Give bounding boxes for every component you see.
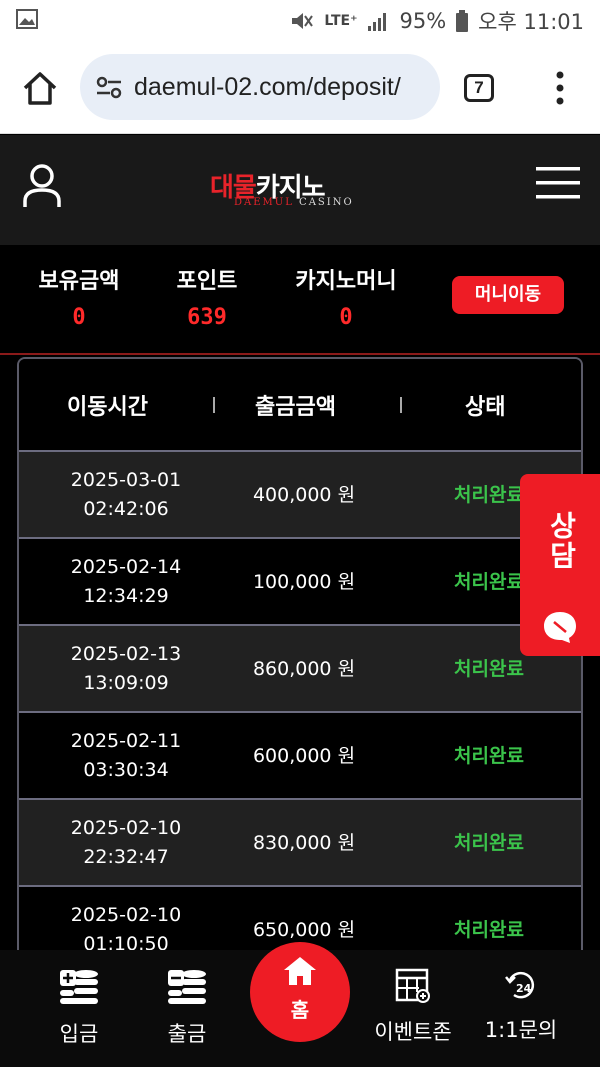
consult-label: 상담 <box>545 511 578 571</box>
row-datetime: 2025-02-10 22:32:47 <box>70 817 182 868</box>
network-label: LTE⁺ <box>324 13 358 29</box>
nav-events[interactable]: 이벤트존 <box>358 968 468 1046</box>
row-datetime: 2025-02-14 12:34:29 <box>70 556 182 607</box>
nav-home[interactable]: 홈 <box>250 942 350 1042</box>
row-status: 처리완료 <box>454 658 524 680</box>
live-consult-button[interactable]: 상담 <box>520 474 600 656</box>
hamburger-menu-icon[interactable] <box>536 167 580 199</box>
site-settings-icon[interactable] <box>94 72 124 102</box>
table-header: 이동시간 출금금액 상태 <box>19 359 581 452</box>
mute-icon <box>292 13 314 29</box>
row-amount: 600,000 원 <box>252 745 356 767</box>
nav-deposit-label: 입금 <box>59 1022 99 1046</box>
table-row: 2025-02-11 03:30:34 600,000 원 처리완료 <box>19 713 581 800</box>
money-transfer-button[interactable]: 머니이동 <box>452 276 564 314</box>
nav-home-label: 홈 <box>290 998 310 1022</box>
column-header-time: 이동시간 <box>67 395 148 420</box>
row-datetime: 2025-03-01 02:42:06 <box>70 469 182 520</box>
table-row: 2025-02-13 13:09:09 860,000 원 처리완료 <box>19 626 581 713</box>
balance-holdings: 보유금액 0 <box>38 269 120 330</box>
status-right: LTE⁺ 95% 오후 11:01 <box>290 6 584 36</box>
row-status: 처리완료 <box>454 745 524 767</box>
chat-bubble-icon <box>544 612 576 643</box>
svg-text:24: 24 <box>516 982 532 995</box>
header-separator <box>213 397 215 413</box>
header-separator <box>400 397 402 413</box>
column-header-amount: 출금금액 <box>255 395 336 420</box>
nav-inquiry-label: 1:1문의 <box>484 1018 558 1042</box>
row-amount: 830,000 원 <box>252 832 356 854</box>
table-row: 2025-02-14 12:34:29 100,000 원 처리완료 <box>19 539 581 626</box>
row-amount: 100,000 원 <box>252 571 356 593</box>
balance-casino-money: 카지노머니 0 <box>295 269 397 330</box>
row-datetime: 2025-02-11 03:30:34 <box>70 730 182 781</box>
row-status: 처리완료 <box>454 919 524 941</box>
nav-withdraw[interactable]: 출금 <box>132 968 242 1048</box>
gallery-notification-icon <box>16 9 38 29</box>
address-bar[interactable]: daemul-02.com/deposit/ <box>80 54 440 120</box>
clock: 오후 11:01 <box>478 10 584 34</box>
url-text[interactable]: daemul-02.com/deposit/ <box>134 73 401 102</box>
site-logo[interactable]: 대물카지노 DAEMUL CASINO <box>208 163 398 213</box>
battery-icon <box>456 10 469 32</box>
home-icon <box>284 957 316 985</box>
event-calendar-icon <box>395 968 430 1003</box>
column-header-status: 상태 <box>465 395 506 420</box>
nav-withdraw-label: 출금 <box>167 1022 207 1046</box>
nav-events-label: 이벤트존 <box>374 1020 452 1044</box>
battery-percent: 95% <box>399 9 447 33</box>
row-amount: 400,000 원 <box>252 484 356 506</box>
withdraw-coins-icon <box>168 970 206 1004</box>
tab-switcher-button[interactable]: 7 <box>464 74 494 102</box>
row-amount: 860,000 원 <box>252 658 356 680</box>
row-datetime: 2025-02-13 13:09:09 <box>70 643 182 694</box>
withdrawal-history-table: 이동시간 출금금액 상태 2025-03-01 02:42:06 400,000 … <box>17 357 583 957</box>
balance-points: 포인트 639 <box>176 269 238 330</box>
bottom-navigation: 입금 출금 홈 이벤트존 24 1:1문의 <box>0 942 600 1067</box>
status-bar: LTE⁺ 95% 오후 11:01 <box>0 0 600 40</box>
signal-icon <box>368 13 387 31</box>
nav-inquiry[interactable]: 24 1:1문의 <box>466 968 576 1044</box>
nav-deposit[interactable]: 입금 <box>24 968 134 1048</box>
more-menu-icon[interactable] <box>548 70 572 106</box>
row-status: 처리완료 <box>454 832 524 854</box>
table-row: 2025-03-01 02:42:06 400,000 원 처리완료 <box>19 452 581 539</box>
logo-subtitle: DAEMUL CASINO <box>234 197 354 208</box>
site-header: 대물카지노 DAEMUL CASINO <box>0 135 600 245</box>
browser-home-icon[interactable] <box>20 68 60 108</box>
balance-bar: 보유금액 0 포인트 639 카지노머니 0 머니이동 <box>0 245 600 355</box>
row-amount: 650,000 원 <box>252 919 356 941</box>
table-row: 2025-02-10 22:32:47 830,000 원 처리완료 <box>19 800 581 887</box>
deposit-coins-icon <box>60 970 98 1004</box>
browser-toolbar: daemul-02.com/deposit/ 7 <box>0 40 600 134</box>
row-datetime: 2025-02-10 01:10:50 <box>70 904 182 955</box>
user-icon[interactable] <box>22 163 62 209</box>
support-24h-icon: 24 <box>505 971 535 999</box>
